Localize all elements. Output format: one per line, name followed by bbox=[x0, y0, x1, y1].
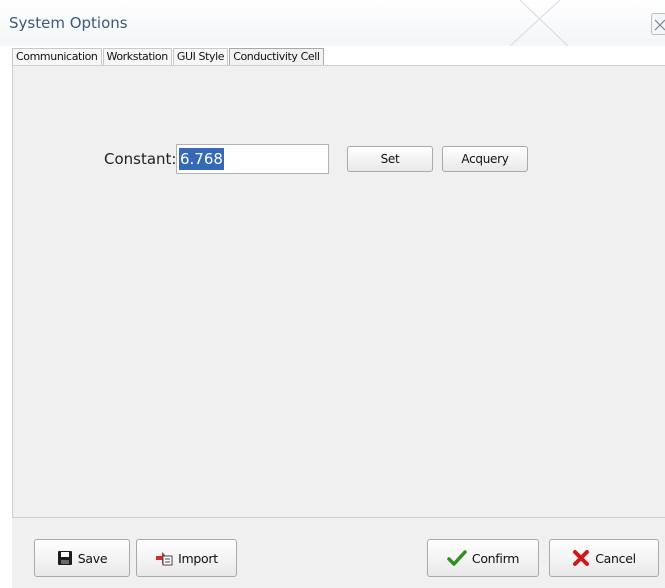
tab-communication[interactable]: Communication bbox=[12, 48, 102, 65]
constant-value: 6.768 bbox=[179, 148, 224, 170]
acquery-button[interactable]: Acquery bbox=[442, 146, 528, 172]
constant-label: Constant: bbox=[104, 150, 177, 168]
red-x-icon bbox=[572, 549, 590, 567]
close-icon bbox=[654, 19, 665, 31]
close-button[interactable] bbox=[651, 13, 665, 35]
tab-gui-style[interactable]: GUI Style bbox=[172, 48, 229, 65]
save-button[interactable]: Save bbox=[34, 539, 130, 577]
window-title: System Options bbox=[9, 14, 128, 32]
acquery-button-label: Acquery bbox=[461, 152, 509, 166]
confirm-button-label: Confirm bbox=[471, 550, 520, 566]
confirm-button[interactable]: Confirm bbox=[427, 539, 539, 577]
save-button-label: Save bbox=[77, 550, 108, 566]
conductivity-cell-panel bbox=[12, 65, 665, 518]
titlebar-decoration bbox=[509, 0, 569, 46]
cancel-button-label: Cancel bbox=[595, 550, 636, 566]
tab-workstation[interactable]: Workstation bbox=[102, 48, 172, 65]
set-button-label: Set bbox=[380, 152, 400, 166]
tab-conductivity-cell[interactable]: Conductivity Cell bbox=[229, 48, 324, 65]
tab-strip: Communication Workstation GUI Style Cond… bbox=[12, 48, 325, 66]
title-bar: System Options bbox=[0, 0, 665, 46]
floppy-disk-icon bbox=[57, 550, 73, 566]
import-button[interactable]: Import bbox=[136, 539, 237, 577]
import-icon bbox=[155, 550, 173, 566]
import-button-label: Import bbox=[178, 550, 218, 566]
set-button[interactable]: Set bbox=[347, 146, 433, 172]
cancel-button[interactable]: Cancel bbox=[549, 539, 659, 577]
constant-input[interactable]: 6.768 bbox=[176, 144, 329, 174]
checkmark-icon bbox=[447, 549, 467, 567]
